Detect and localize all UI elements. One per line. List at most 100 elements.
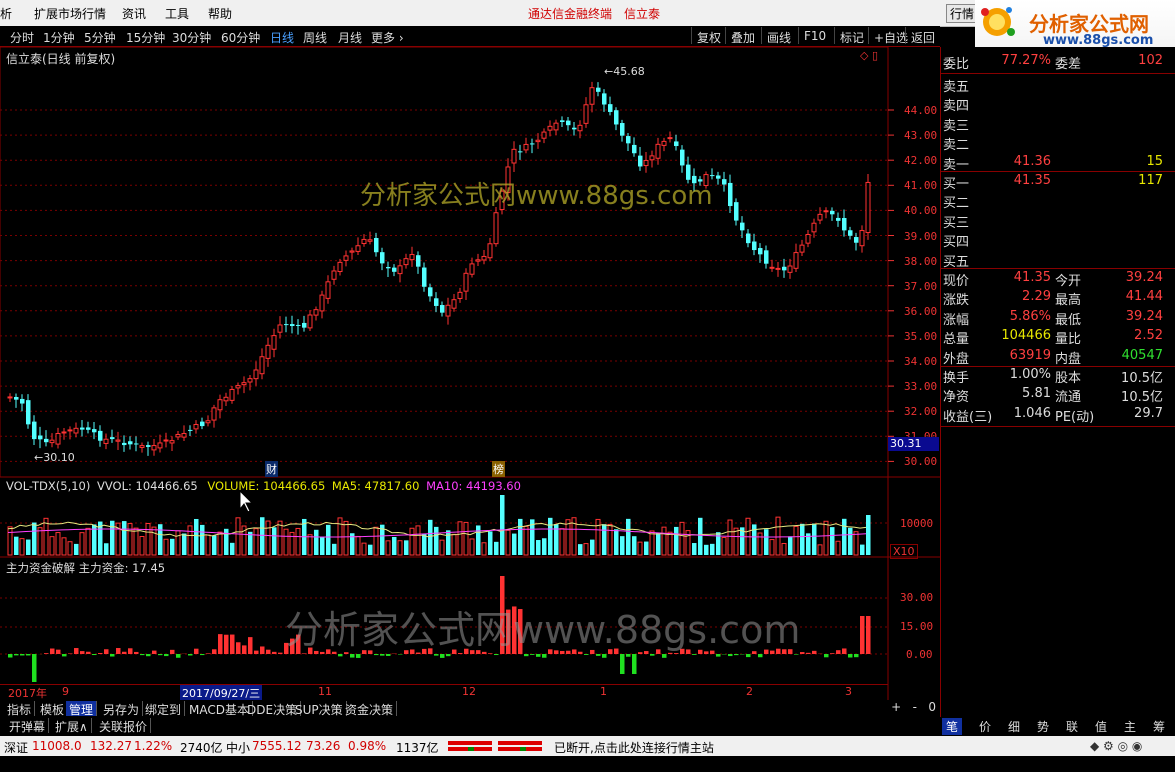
fund-bar-negative	[92, 654, 97, 656]
sell-level-label: 卖一	[943, 157, 970, 173]
date-mar: 3	[845, 685, 852, 698]
zx-index-label[interactable]: 中小	[226, 739, 250, 756]
stat-value: 39.24	[1125, 270, 1163, 285]
connection-message[interactable]: 已断开,点击此处连接行情主站	[554, 739, 714, 756]
buy-level-row[interactable]: 买二	[941, 192, 1163, 211]
right-tab-4[interactable]: 联	[1066, 718, 1078, 735]
candle-body-up	[859, 230, 865, 247]
stat-row: 涨跌 2.29 最高 41.44	[941, 289, 1163, 308]
tool-button-2[interactable]: 画线	[761, 27, 796, 45]
menu-ext-market[interactable]: 扩展市场行情	[34, 5, 106, 22]
fund-bar-positive	[104, 649, 109, 654]
kline-chart-area[interactable]: 信立泰(日线 前复权) ◇ ▯ 44.00 43.00 42.00 41.00 40.0…	[0, 46, 940, 701]
timeframe-4[interactable]: 30分钟	[172, 29, 211, 46]
volume-bar-up	[607, 523, 613, 556]
volume-bar-down	[500, 495, 505, 555]
candle-body-up	[349, 250, 355, 253]
candle-body-up	[469, 263, 475, 275]
right-tab-5[interactable]: 值	[1095, 718, 1107, 735]
indicator-tab-5[interactable]: MACD基本	[186, 701, 253, 717]
volume-bar-up	[7, 526, 13, 556]
menu-help[interactable]: 帮助	[208, 5, 232, 22]
sell-level-row[interactable]: 卖二	[941, 134, 1163, 153]
candle-body-down	[764, 250, 769, 264]
fund-bar-positive	[242, 645, 247, 654]
right-tab-6[interactable]: 主	[1124, 718, 1136, 735]
buy-level-row[interactable]: 买五	[941, 251, 1163, 270]
menu-tools[interactable]: 工具	[165, 5, 189, 22]
event-marker-bang[interactable]: 榜	[492, 461, 505, 477]
extra-tab-2[interactable]: 关联报价	[96, 718, 152, 734]
sell-level-row[interactable]: 卖一 41.36 15	[941, 154, 1163, 173]
zoom-controls[interactable]: + - 0	[891, 700, 936, 714]
sell-level-row[interactable]: 卖五	[941, 76, 1163, 95]
timeframe-8[interactable]: 月线	[338, 29, 362, 46]
price-pane-frame	[0, 46, 889, 478]
right-tab-3[interactable]: 势	[1037, 718, 1049, 735]
buy-level-label: 买一	[943, 177, 970, 192]
chart-config-icon[interactable]: ◇ ▯	[860, 49, 878, 62]
volume-bar-down	[542, 538, 547, 555]
buy-level-row[interactable]: 买三	[941, 212, 1163, 231]
indicator-tab-8[interactable]: 资金决策	[342, 701, 398, 717]
volume-bar-up	[355, 535, 361, 556]
timeframe-0[interactable]: 分时	[10, 29, 34, 46]
indicator-tab-2[interactable]: 管理	[66, 701, 98, 717]
indicator-tab-4[interactable]: 绑定到	[142, 701, 186, 717]
fund-bar-negative	[158, 654, 163, 656]
tool-button-3[interactable]: F10	[798, 27, 831, 44]
fund-bar-positive	[806, 652, 811, 654]
candle-body-up	[169, 440, 175, 444]
status-icons[interactable]: ◆ ⚙ ◎ ◉	[1090, 739, 1142, 753]
timeframe-6[interactable]: 日线	[270, 29, 294, 46]
timeframe-1[interactable]: 1分钟	[43, 29, 75, 46]
indicator-tab-1[interactable]: 模板	[37, 701, 69, 717]
menu-analysis[interactable]: 析	[0, 5, 12, 22]
timeframe-2[interactable]: 5分钟	[84, 29, 116, 46]
sell-level-row[interactable]: 卖四	[941, 95, 1163, 114]
weibi-value: 77.27%	[1001, 53, 1051, 68]
extra-tab-0[interactable]: 开弹幕	[6, 718, 50, 734]
right-tab-2[interactable]: 细	[1008, 718, 1020, 735]
volume-bar-down	[590, 539, 595, 555]
quote-panel: 委比 77.27% 委差 102 卖五 卖四 卖三 卖二 卖一 41.36 15 买一 41.35 117…	[940, 47, 1175, 717]
indicator-tab-3[interactable]: 另存为	[100, 701, 144, 717]
volume-bar-down	[488, 531, 493, 555]
extra-tab-1[interactable]: 扩展∧	[52, 718, 92, 734]
buy-level-row[interactable]: 买四	[941, 231, 1163, 250]
volume-bar-down	[788, 536, 793, 555]
tool-button-0[interactable]: 复权	[691, 27, 726, 45]
candle-body-down	[122, 442, 127, 446]
quote-button[interactable]: 行情	[946, 4, 979, 23]
volume-bar-up	[55, 532, 61, 556]
tool-button-6[interactable]: 返回	[905, 27, 940, 45]
timeframe-5[interactable]: 60分钟	[221, 29, 260, 46]
volume-bar-up	[265, 520, 271, 556]
buy-level-price: 41.35	[1013, 173, 1051, 188]
candle-body-down	[530, 143, 535, 145]
indicator-tab-0[interactable]: 指标	[4, 701, 36, 717]
volume-bar-down	[620, 536, 625, 555]
stat-label: 现价	[943, 274, 970, 289]
fund-bar-positive	[212, 649, 217, 654]
timeframe-7[interactable]: 周线	[303, 29, 327, 46]
right-tab-0[interactable]: 笔	[942, 718, 963, 735]
tool-button-1[interactable]: 叠加	[725, 27, 760, 45]
menu-news[interactable]: 资讯	[122, 5, 146, 22]
tool-button-4[interactable]: 标记	[834, 27, 869, 45]
indicator-tab-7[interactable]: SUP决策	[292, 701, 347, 717]
volume-bar-up	[283, 528, 289, 556]
timeframe-3[interactable]: 15分钟	[126, 29, 165, 46]
date-year: 2017年	[8, 687, 47, 700]
timeframe-9[interactable]: 更多 ›	[371, 29, 404, 46]
right-tab-7[interactable]: 筹	[1153, 718, 1165, 735]
volume-bar-down	[764, 529, 769, 555]
event-marker-cai[interactable]: 财	[265, 461, 278, 477]
candle-body-down	[746, 233, 751, 244]
candle-body-up	[211, 407, 217, 421]
sz-index-label[interactable]: 深证	[4, 739, 28, 756]
right-tab-1[interactable]: 价	[979, 718, 991, 735]
candle-body-down	[758, 248, 763, 255]
sell-level-row[interactable]: 卖三	[941, 115, 1163, 134]
buy-level-row[interactable]: 买一 41.35 117	[941, 173, 1163, 192]
